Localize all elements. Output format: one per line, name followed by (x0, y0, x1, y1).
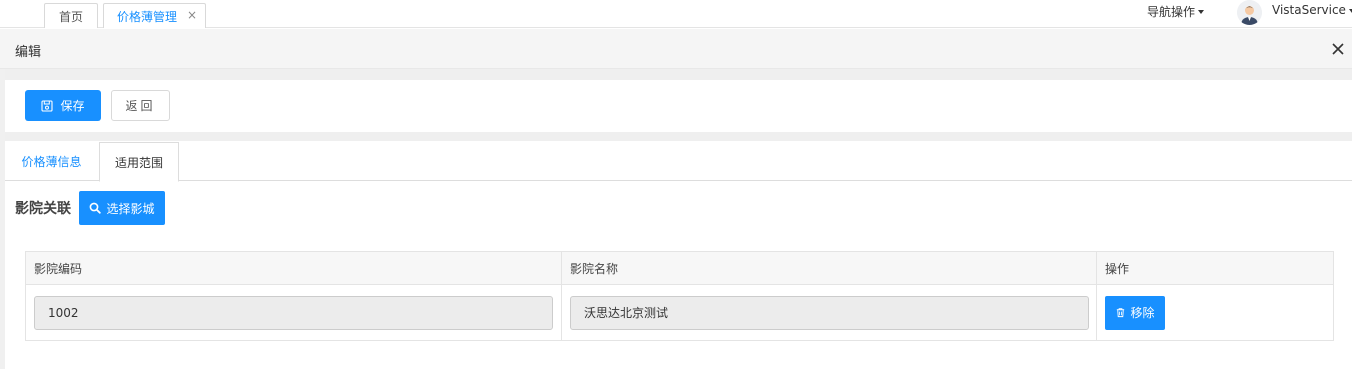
tab-scope[interactable]: 适用范围 (99, 142, 179, 182)
top-bar: 首页 价格薄管理 × 导航操作 VistaService (0, 0, 1352, 28)
cinema-code-value: 1002 (48, 305, 79, 320)
trash-icon (1117, 308, 1125, 318)
column-header-name-label: 影院名称 (570, 261, 619, 276)
cell-code: 1002 (26, 285, 562, 340)
remove-button[interactable]: 移除 (1105, 295, 1165, 330)
cinema-name-field[interactable]: 沃思达北京测试 (570, 295, 1089, 330)
section-title: 影院关联 (15, 201, 71, 217)
tab-scope-label: 适用范围 (114, 155, 163, 170)
tab-price-book-info-label: 价格薄信息 (21, 155, 82, 169)
select-cinema-button[interactable]: 选择影城 (79, 191, 165, 225)
column-header-action: 操作 (1097, 252, 1333, 284)
cinema-table: 影院编码 影院名称 操作 1002 沃思达北京测试 移除 (25, 251, 1334, 341)
column-header-code-label: 影院编码 (34, 261, 83, 276)
table-row: 1002 沃思达北京测试 移除 (26, 285, 1333, 340)
search-icon (90, 202, 102, 214)
column-header-code: 影院编码 (26, 252, 562, 284)
user-avatar-icon (1237, 0, 1262, 25)
select-cinema-label: 选择影城 (106, 201, 155, 216)
tab-price-book-management[interactable]: 价格薄管理 × (103, 3, 206, 28)
back-button-label: 返回 (125, 99, 156, 113)
nav-operations-label: 导航操作 (1147, 5, 1196, 19)
user-menu-dropdown[interactable]: VistaService (1272, 3, 1352, 17)
nav-operations-dropdown[interactable]: 导航操作 (1147, 3, 1205, 20)
save-button[interactable]: 保存 (25, 90, 101, 121)
back-button[interactable]: 返回 (111, 90, 170, 121)
edit-header: 编辑 (0, 29, 1352, 69)
table-header-row: 影院编码 影院名称 操作 (26, 252, 1333, 285)
cinema-code-field[interactable]: 1002 (34, 295, 553, 330)
avatar[interactable] (1237, 0, 1262, 25)
tab-home-label: 首页 (58, 9, 83, 24)
tab-price-book-label: 价格薄管理 (117, 9, 178, 24)
separator-band (5, 69, 1352, 80)
chevron-down-icon (1198, 10, 1205, 14)
column-header-action-label: 操作 (1105, 261, 1130, 276)
page-title: 编辑 (15, 45, 42, 60)
save-button-label: 保存 (60, 99, 85, 113)
user-name: VistaService (1272, 3, 1346, 17)
remove-button-label: 移除 (1130, 306, 1155, 320)
separator-band (5, 132, 1352, 141)
save-icon (41, 99, 54, 112)
tab-close-icon[interactable]: × (187, 8, 197, 22)
action-toolbar: 保存 返回 (5, 80, 1352, 132)
cell-name: 沃思达北京测试 (562, 285, 1097, 340)
content-panel: 价格薄信息 适用范围 影院关联 选择影城 影院编码 影院名称 操作 1002 沃… (5, 141, 1352, 369)
tab-home[interactable]: 首页 (44, 3, 98, 28)
column-header-name: 影院名称 (562, 252, 1097, 284)
content-tabs: 价格薄信息 适用范围 (5, 141, 1352, 182)
close-icon[interactable] (1330, 41, 1346, 57)
cinema-name-value: 沃思达北京测试 (584, 306, 669, 320)
cell-action: 移除 (1097, 285, 1333, 340)
tab-price-book-info[interactable]: 价格薄信息 (5, 142, 98, 181)
